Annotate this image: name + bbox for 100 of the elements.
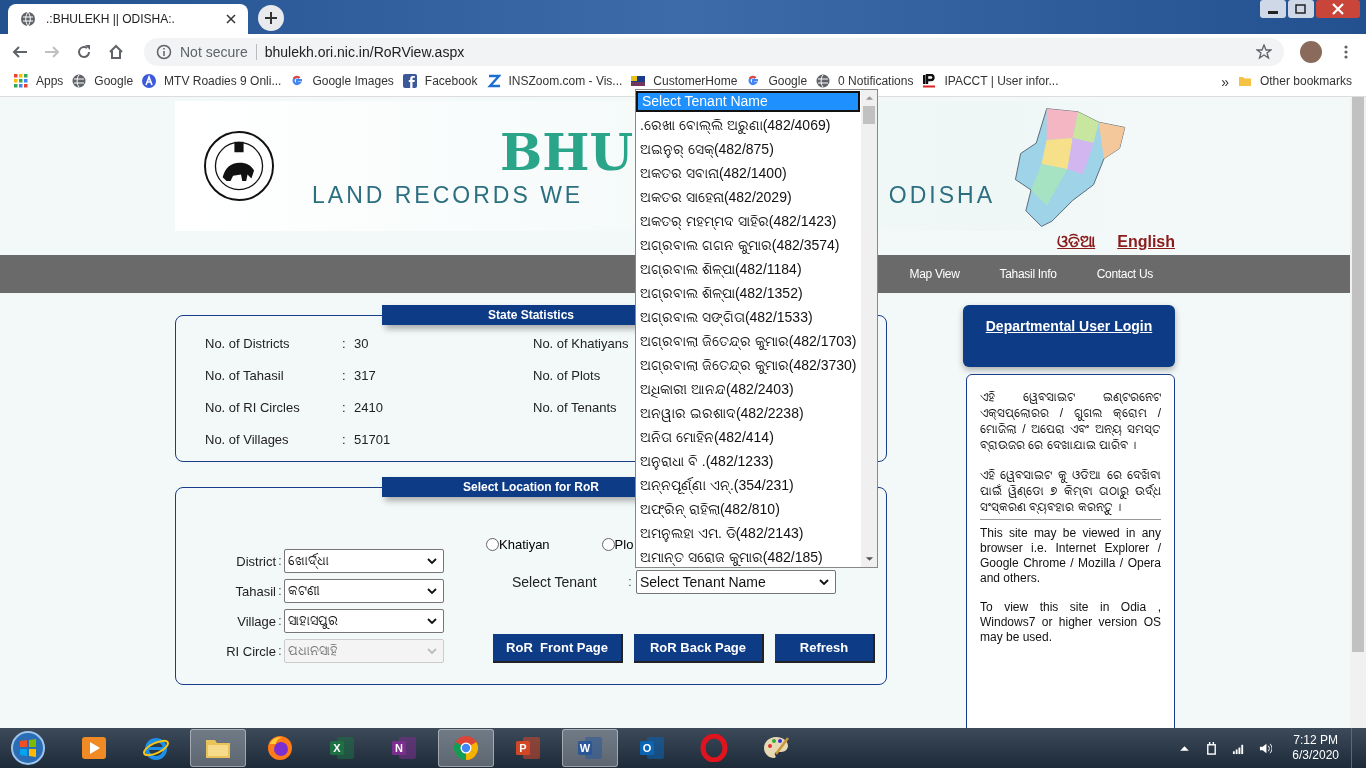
- minimize-icon[interactable]: [1260, 0, 1286, 18]
- dropdown-option[interactable]: ଅଗ୍ରବାଲା ଜିତେନ୍ଦ୍ର କୁମାର(482/3730): [636, 353, 861, 377]
- site-title: LAND RECORDS WE: [312, 181, 584, 209]
- dropdown-option[interactable]: ଅକତର ସାହେନା(482/2029): [636, 185, 861, 209]
- action-button[interactable]: Refresh: [775, 634, 875, 663]
- dropdown-option[interactable]: ଅନିତା ମୋହିନ(482/414): [636, 425, 861, 449]
- power-plug-icon[interactable]: [1205, 741, 1219, 755]
- restore-icon[interactable]: [1288, 0, 1314, 18]
- bookmark-link[interactable]: Google: [746, 74, 808, 88]
- language-link[interactable]: ଓଡିଆ: [1057, 233, 1096, 251]
- notice-text: ଏହି ୱେବସାଇଟ ଇଣ୍ଟରନେଟ ଏକ୍ସପ୍ଲୋରର / ଗୁଗଲ କ୍ରୋମ / ମୋଜିଲା / ଅପେରା ଏବଂ ଅନ୍ୟ ସମସ୍ତ ବ୍ରାଉଜର ରେ ଦେଖାଯାଇ ପାରିବ ।: [980, 389, 1161, 453]
- dropdown-option[interactable]: ଅମାନ୍ତ ସରୋଜ କୁମାର(482/185): [636, 545, 861, 567]
- info-icon[interactable]: [156, 44, 172, 60]
- star-icon[interactable]: [1256, 44, 1272, 60]
- stat-label: No. of Plots: [533, 367, 601, 383]
- dropdown-option[interactable]: ଅନ୍ନପୂର୍ଣ୍ଣା ଏନ୍.(354/231): [636, 473, 861, 497]
- taskbar-app[interactable]: N: [376, 729, 432, 767]
- url-text: bhulekh.ori.nic.in/RoRView.aspx: [264, 44, 465, 60]
- back-icon[interactable]: [12, 44, 28, 60]
- login-link[interactable]: Departmental User Login: [985, 318, 1153, 336]
- new-tab-icon[interactable]: [258, 5, 284, 31]
- logo-text: BHU: [500, 123, 634, 182]
- scrollbar[interactable]: [1350, 97, 1366, 728]
- dropdown-field[interactable]: Select Tenant Name: [636, 570, 836, 594]
- dropdown-option[interactable]: ଅଧିକାରୀ ଆନନ୍ଦ(482/2403): [636, 377, 861, 401]
- taskbar-app[interactable]: O: [624, 729, 680, 767]
- dropdown-option[interactable]: ଅଗ୍ରବାଲ ସଙ୍ଗିତା(482/1533): [636, 305, 861, 329]
- dropdown-field[interactable]: ଖୋର୍ଦ୍ଧା: [284, 549, 444, 573]
- scrollbar[interactable]: [861, 90, 877, 567]
- scroll-down-icon[interactable]: [864, 556, 874, 562]
- close-icon[interactable]: [226, 14, 236, 24]
- start-button[interactable]: [10, 730, 46, 766]
- app-letter: W: [578, 741, 592, 755]
- globe-icon: [20, 11, 36, 27]
- dropdown-option[interactable]: ଅନୁରାଧା ବି .(482/1233): [636, 449, 861, 473]
- reload-icon[interactable]: [76, 44, 92, 60]
- site-title: ODISHA: [888, 181, 995, 209]
- stat-value: 30: [354, 335, 369, 351]
- more-bookmarks-button[interactable]: »: [1221, 74, 1229, 90]
- profile-avatar[interactable]: [1300, 41, 1322, 63]
- bookmark-link[interactable]: 0 Notifications: [816, 74, 914, 88]
- app-letter: N: [394, 741, 404, 755]
- taskbar-app[interactable]: X: [314, 729, 370, 767]
- dropdown-option[interactable]: ଅଗ୍ରବାଲ ଶିଳ୍ପା(482/1352): [636, 281, 861, 305]
- bookmark-link[interactable]: Apps: [14, 74, 64, 88]
- fox-logo-icon: [266, 734, 294, 762]
- nav-link[interactable]: Contact Us: [1096, 267, 1153, 281]
- volume-icon[interactable]: [1259, 741, 1273, 755]
- stat-label: No. of Khatiyans: [533, 335, 629, 351]
- action-button[interactable]: RoR Back Page: [634, 634, 764, 663]
- dropdown-option[interactable]: ଅଗ୍ରବାଲ ଗଗନ କୁମାର(482/3574): [636, 233, 861, 257]
- field-label: Village: [236, 613, 276, 629]
- radio-option[interactable]: Khatiyan: [486, 537, 550, 552]
- taskbar-app[interactable]: W: [562, 729, 618, 767]
- bookmark-link[interactable]: Google: [72, 74, 134, 88]
- taskbar-app[interactable]: P: [500, 729, 556, 767]
- dropdown-option[interactable]: ଅଇନୁର୍ ସେକ୍(482/875): [636, 137, 861, 161]
- bookmark-link[interactable]: INSZoom.com - Vis...: [486, 74, 623, 88]
- stat-label: No. of Tenants: [533, 399, 617, 415]
- caret-icon: [427, 648, 437, 654]
- g-logo-icon: [290, 74, 305, 88]
- stat-value: 317: [354, 367, 376, 383]
- radio-option[interactable]: Plo: [601, 537, 634, 552]
- dropdown-option[interactable]: ଅଗ୍ରବାଲା ଜିତେନ୍ଦ୍ର କୁମାର(482/1703): [636, 329, 861, 353]
- nav-link[interactable]: Map View: [909, 267, 960, 281]
- bookmark-link[interactable]: MTV Roadies 9 Onli...: [142, 74, 282, 88]
- bookmark-folder[interactable]: Other bookmarks: [1237, 74, 1352, 88]
- a-circle-icon: [142, 74, 157, 88]
- caret-icon: [427, 618, 437, 624]
- scroll-thumb[interactable]: [863, 106, 875, 124]
- browser-tab[interactable]: .:BHULEKH || ODISHA:.: [8, 4, 248, 34]
- bookmark-link[interactable]: CustomerHome: [631, 74, 738, 88]
- dropdown-option[interactable]: ଅକତର ସବାନା(482/1400): [636, 161, 861, 185]
- nav-link[interactable]: Tahasil Info: [999, 267, 1057, 281]
- dropdown-option[interactable]: ଅନୱାର ଇରଶାଦ(482/2238): [636, 401, 861, 425]
- globe-icon: [816, 74, 831, 88]
- stat-value: 51701: [354, 431, 391, 447]
- address-field[interactable]: Not secure bhulekh.ori.nic.in/RoRView.aspx: [144, 38, 1284, 66]
- language-link[interactable]: English: [1117, 233, 1175, 251]
- caret-icon: [819, 579, 829, 585]
- o-logo-icon: [700, 734, 728, 762]
- document-icon: [638, 734, 666, 762]
- dropdown-field[interactable]: କଟଣୀ: [284, 579, 444, 603]
- separator-text: :: [277, 584, 283, 598]
- bookmark-link[interactable]: Google Images: [290, 74, 394, 88]
- app-letter: X: [332, 741, 342, 755]
- field-label: RI Circle: [225, 643, 276, 659]
- dropdown-option[interactable]: ଅକତର୍ ମହମ୍ମଦ ସାହିର(482/1423): [636, 209, 861, 233]
- dropdown-field[interactable]: ସାହାସପୁର: [284, 609, 444, 633]
- bookmark-link[interactable]: Facebook: [402, 74, 478, 88]
- bookmark-link[interactable]: IPACCT | User infor...: [922, 74, 1059, 88]
- notice-text: ଏହି ୱେବସାଇଟ କୁ ଓଡିଆ ରେ ଦେଖିବା ପାଇଁ ୱିଣ୍ଡୋ ୭ କିମ୍ବା ତାଠାରୁ ଉର୍ଦ୍ଧ ସଂସ୍କରଣ ବ୍ୟବହାର କରନ୍ତୁ ।: [980, 467, 1161, 515]
- dropdown-option[interactable]: .ରେଖା ବୋଲ୍ଲି ଅରୁଣା(482/4069): [636, 113, 861, 137]
- separator-text: :: [342, 367, 347, 383]
- dropdown-option[interactable]: ଅଗ୍ରବାଲ ଶିଳ୍ପା(482/1184): [636, 257, 861, 281]
- dropdown-option[interactable]: ଅମନୁଲହା ଏମ. ଡି(482/2143): [636, 521, 861, 545]
- clock[interactable]: 7:12 PM 6/3/2020: [1292, 733, 1339, 763]
- dropdown-option[interactable]: ଅଫ୍ରିନ୍ ରାହିଲା(482/810): [636, 497, 861, 521]
- home-icon[interactable]: [108, 44, 124, 60]
- action-button[interactable]: RoR Front Page: [493, 634, 623, 663]
